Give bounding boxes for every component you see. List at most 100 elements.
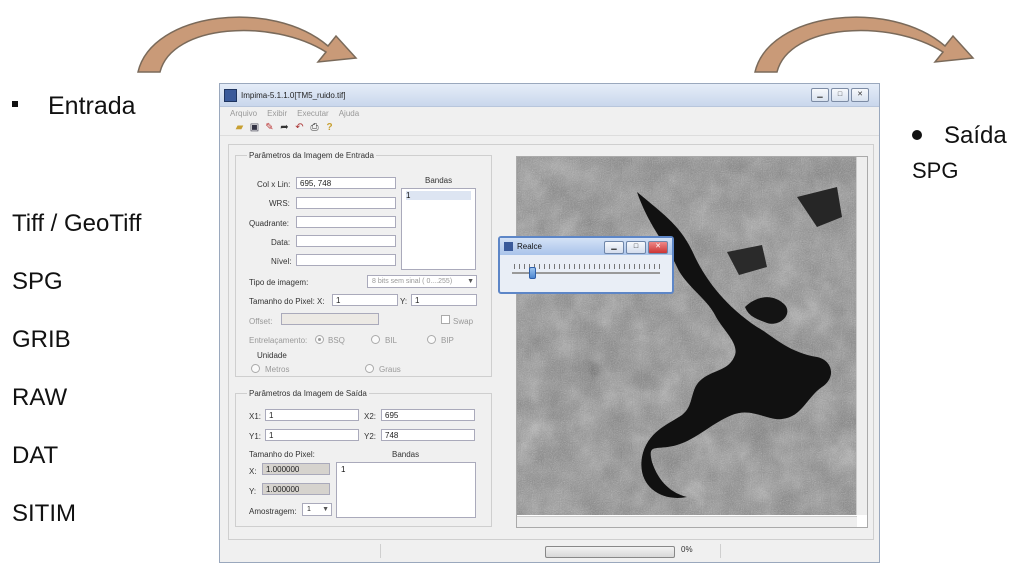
out-y-label: Y: xyxy=(249,487,257,496)
out-bandas-label: Bandas xyxy=(392,450,420,459)
dialog-minimize-button[interactable]: ▁ xyxy=(604,241,624,254)
metros-label: Metros xyxy=(265,365,290,374)
open-icon[interactable]: ▰ xyxy=(234,122,245,133)
curved-arrow-left-icon xyxy=(137,16,358,73)
bullet-icon xyxy=(912,129,922,140)
amostragem-select[interactable]: 1 ▼ xyxy=(302,503,332,516)
input-params-legend: Parâmetros da Imagem de Entrada xyxy=(247,151,376,160)
menu-bar: Arquivo Exibir Executar Ajuda xyxy=(220,107,879,119)
wrs-field[interactable] xyxy=(296,197,396,209)
dialog-maximize-button[interactable]: □ xyxy=(626,241,646,254)
image-viewer[interactable] xyxy=(516,156,868,528)
quadrante-field[interactable] xyxy=(296,216,396,228)
x2-label: X2: xyxy=(364,412,377,421)
entrada-heading: Entrada xyxy=(12,92,136,121)
y2-field[interactable]: 748 xyxy=(381,429,475,441)
progress-percent: 0% xyxy=(681,545,693,554)
unidade-label: Unidade xyxy=(257,351,287,360)
saida-format: SPG xyxy=(912,158,959,183)
horizontal-scrollbar[interactable] xyxy=(517,516,857,527)
entrada-label: Entrada xyxy=(48,92,136,120)
menu-arquivo[interactable]: Arquivo xyxy=(230,109,257,118)
menu-ajuda[interactable]: Ajuda xyxy=(339,109,359,118)
list-item[interactable]: 1 xyxy=(341,465,471,474)
list-item[interactable]: 1 xyxy=(406,191,471,200)
col-lin-field[interactable]: 695, 748 xyxy=(296,177,396,189)
tipo-imagem-select[interactable]: 8 bits sem sinal ( 0....255) ▼ xyxy=(367,275,477,288)
format-item: RAW xyxy=(12,384,68,411)
satellite-image xyxy=(517,157,857,515)
export-icon[interactable]: ➦ xyxy=(279,122,290,133)
tamanho-y-field[interactable]: 1 xyxy=(411,294,477,306)
bsq-label: BSQ xyxy=(328,336,345,345)
progress-bar xyxy=(545,546,675,558)
offset-field[interactable] xyxy=(281,313,379,325)
curved-arrow-right-icon xyxy=(754,16,975,73)
tamanho-x-field[interactable]: 1 xyxy=(332,294,398,306)
data-label: Data: xyxy=(271,238,291,247)
col-lin-label: Col x Lin: xyxy=(257,180,291,189)
bandas-list[interactable]: 1 xyxy=(401,188,476,270)
minimize-button[interactable]: ▁ xyxy=(811,88,829,102)
menu-executar[interactable]: Executar xyxy=(297,109,329,118)
chevron-down-icon: ▼ xyxy=(467,278,474,285)
undo-icon[interactable]: ↶ xyxy=(294,122,305,133)
format-item: Tiff / GeoTiff xyxy=(12,210,142,237)
out-bandas-list[interactable]: 1 xyxy=(336,462,476,518)
format-item: DAT xyxy=(12,442,59,469)
offset-label: Offset: xyxy=(249,317,273,326)
status-separator xyxy=(720,544,721,558)
bandas-label: Bandas xyxy=(425,176,453,185)
out-y-field: 1.000000 xyxy=(262,483,330,495)
bil-radio[interactable] xyxy=(371,335,380,344)
saida-heading: Saída xyxy=(912,122,1007,150)
format-item: GRIB xyxy=(12,326,71,353)
out-tamanho-label: Tamanho do Pixel: xyxy=(249,450,315,459)
y1-field[interactable]: 1 xyxy=(265,429,359,441)
tamanho-y-label: Y: xyxy=(400,297,408,306)
dialog-close-button[interactable]: ✕ xyxy=(648,241,668,254)
bil-label: BIL xyxy=(385,336,398,345)
x1-label: X1: xyxy=(249,412,262,421)
amostragem-value: 1 xyxy=(307,506,311,513)
saida-label: Saída xyxy=(944,122,1007,149)
x1-field[interactable]: 1 xyxy=(265,409,359,421)
y1-label: Y1: xyxy=(249,432,262,441)
format-item: SITIM xyxy=(12,500,76,527)
dialog-title: Realce xyxy=(517,242,542,251)
bip-label: BIP xyxy=(441,336,454,345)
maximize-button[interactable]: □ xyxy=(831,88,849,102)
realce-dialog: Realce ▁ □ ✕ xyxy=(498,236,674,294)
nivel-label: Nível: xyxy=(271,257,292,266)
format-item: SPG xyxy=(12,268,63,295)
close-button[interactable]: ✕ xyxy=(851,88,869,102)
swap-checkbox[interactable] xyxy=(441,315,450,324)
out-x-label: X: xyxy=(249,467,257,476)
data-field[interactable] xyxy=(296,235,396,247)
tipo-imagem-value: 8 bits sem sinal ( 0....255) xyxy=(372,278,453,285)
app-window: Impima-5.1.1.0[TM5_ruido.tif] ▁ □ ✕ Arqu… xyxy=(219,83,880,563)
toolbar: ▰ ▣ ✎ ➦ ↶ ⎙ ? xyxy=(220,119,879,136)
out-x-field: 1.000000 xyxy=(262,463,330,475)
menu-exibir[interactable]: Exibir xyxy=(267,109,287,118)
print-icon[interactable]: ⎙ xyxy=(309,122,320,133)
bsq-radio[interactable] xyxy=(315,335,324,344)
app-icon xyxy=(504,242,513,251)
realce-slider-thumb[interactable] xyxy=(529,267,536,279)
bip-radio[interactable] xyxy=(427,335,436,344)
pencil-icon[interactable]: ✎ xyxy=(264,122,275,133)
output-params-legend: Parâmetros da Imagem de Saída xyxy=(247,389,369,398)
help-icon[interactable]: ? xyxy=(324,122,335,133)
entrelacamento-label: Entrelaçamento: xyxy=(249,336,308,345)
status-separator xyxy=(380,544,381,558)
tamanho-pixel-label: Tamanho do Pixel: X: xyxy=(249,297,325,306)
vertical-scrollbar[interactable] xyxy=(856,157,867,515)
title-bar[interactable]: Impima-5.1.1.0[TM5_ruido.tif] xyxy=(220,84,879,107)
metros-radio[interactable] xyxy=(251,364,260,373)
graus-radio[interactable] xyxy=(365,364,374,373)
app-icon xyxy=(224,88,237,102)
x2-field[interactable]: 695 xyxy=(381,409,475,421)
save-icon[interactable]: ▣ xyxy=(249,122,260,133)
quadrante-label: Quadrante: xyxy=(249,219,290,228)
nivel-field[interactable] xyxy=(296,254,396,266)
